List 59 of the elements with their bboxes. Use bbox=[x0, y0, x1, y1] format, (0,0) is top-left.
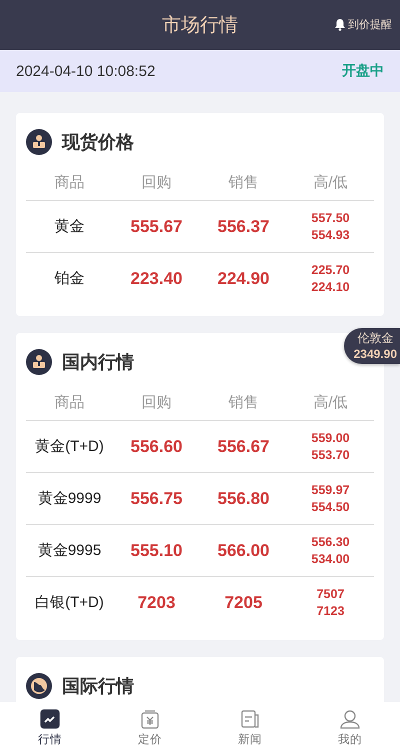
column-header: 回购 bbox=[140, 172, 172, 192]
table-cell-text: 7205 bbox=[224, 592, 264, 612]
table-cell: 553.70 bbox=[311, 448, 350, 462]
table-cell-text: 556.80 bbox=[216, 488, 270, 508]
table-cell-text: 黄金9995 bbox=[36, 541, 102, 560]
person-icon bbox=[26, 129, 52, 155]
market-status: 开盘中 bbox=[342, 62, 384, 80]
chart-icon bbox=[40, 709, 60, 729]
person-icon bbox=[26, 349, 52, 375]
column-header: 高/低 bbox=[312, 172, 349, 192]
table-cell-text: 黄金(T+D) bbox=[34, 437, 105, 456]
price-tag-icon bbox=[140, 709, 160, 729]
column-header: 销售 bbox=[228, 392, 260, 412]
nav-tab[interactable]: 定价 bbox=[100, 702, 200, 754]
table-cell-text: 556.60 bbox=[130, 436, 184, 456]
bell-icon bbox=[334, 18, 346, 31]
price-alert-link[interactable]: 到价提醒 bbox=[334, 17, 392, 32]
table-cell: 7123 bbox=[316, 604, 344, 618]
section-title: 国内行情 bbox=[62, 351, 134, 374]
nav-tab[interactable]: 行情 bbox=[0, 702, 100, 754]
quote-badge[interactable]: 伦敦金 2349.90 bbox=[344, 328, 400, 364]
table-cell-text: 556.67 bbox=[216, 436, 270, 456]
table-cell: 559.00 bbox=[311, 431, 350, 445]
table-cell: 559.97 bbox=[311, 483, 350, 497]
column-header: 回购 bbox=[140, 392, 172, 412]
column-header: 高/低 bbox=[312, 392, 349, 412]
table-cell-text: 566.00 bbox=[216, 540, 270, 560]
nav-tab[interactable]: 新闻 bbox=[200, 702, 300, 754]
table-cell-text: 555.10 bbox=[130, 540, 184, 560]
page-title: 市场行情 bbox=[162, 13, 238, 38]
table-cell: 7507 bbox=[316, 587, 344, 601]
table-cell-text: 224.90 bbox=[216, 268, 270, 288]
badge-value: 2349.90 bbox=[354, 347, 397, 361]
table-cell-text: 白银(T+D) bbox=[34, 593, 105, 612]
document-icon bbox=[240, 709, 260, 729]
table-cell-text: 223.40 bbox=[130, 268, 184, 288]
table-cell: 534.00 bbox=[311, 552, 350, 566]
table-cell: 554.93 bbox=[311, 228, 350, 242]
table-cell-text: 556.37 bbox=[216, 216, 270, 236]
column-header: 销售 bbox=[228, 172, 260, 192]
column-header: 商品 bbox=[54, 172, 86, 192]
table-cell-text: 黄金 bbox=[54, 217, 86, 236]
table-cell-text: 556.75 bbox=[130, 488, 184, 508]
timestamp: 2024-04-10 10:08:52 bbox=[16, 62, 156, 80]
table-cell-text: 铂金 bbox=[54, 269, 86, 288]
table-cell-text: 黄金9999 bbox=[36, 489, 102, 508]
section-title: 现货价格 bbox=[62, 131, 134, 154]
table-cell-text: 555.67 bbox=[130, 216, 184, 236]
table-cell: 556.30 bbox=[311, 535, 350, 549]
nav-tab[interactable]: 我的 bbox=[300, 702, 400, 754]
table-cell-text: 7203 bbox=[136, 592, 176, 612]
table-cell: 224.10 bbox=[311, 280, 350, 294]
column-header: 商品 bbox=[54, 392, 86, 412]
table-cell: 557.50 bbox=[311, 211, 350, 225]
section-title: 国际行情 bbox=[62, 675, 134, 698]
table-cell: 554.50 bbox=[311, 500, 350, 514]
user-icon bbox=[340, 709, 360, 729]
badge-label: 伦敦金 bbox=[357, 330, 394, 347]
table-cell: 225.70 bbox=[311, 263, 350, 277]
